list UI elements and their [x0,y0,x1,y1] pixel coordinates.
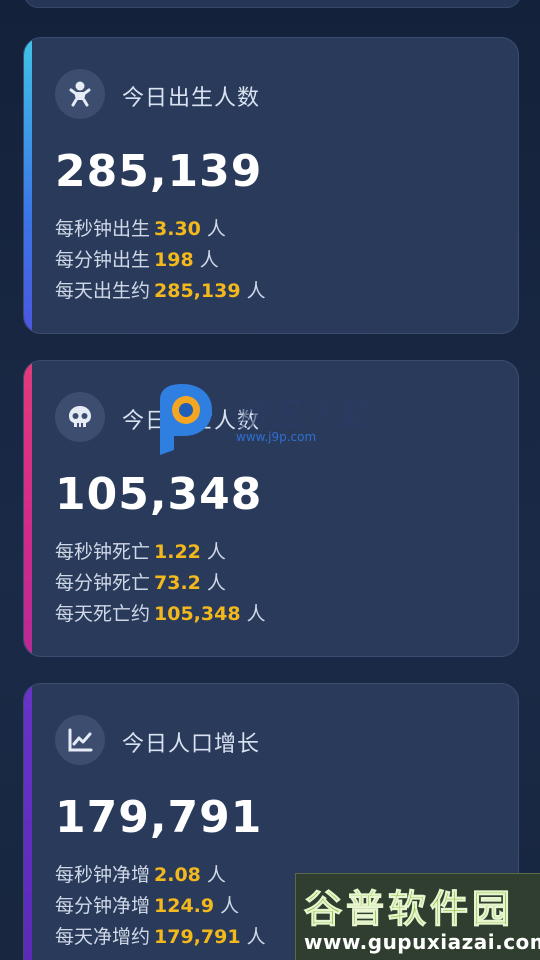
line-chart-icon [55,715,105,765]
card-title: 今日人口增长 [122,732,261,757]
stat-per-second: 每秒钟净增 2.08 人 [55,864,226,886]
watermark-gupu: 谷普软件园 www.gupuxiazai.com [295,873,540,960]
stat-per-day: 每天净增约 179,791 人 [55,926,266,948]
stat-per-day: 每天出生约 285,139 人 [55,280,266,302]
card-title: 今日出生人数 [122,86,261,111]
population-stats-page: 今日出生人数 285,139 每秒钟出生 3.30 人 每分钟出生 198 人 每天出生… [0,0,540,960]
stats-list: 每秒钟出生 3.30 人 每分钟出生 198 人 每天出生约 285,139 人 [55,214,266,307]
total-count: 285,139 [55,146,263,197]
card-title: 今日死亡人数 [122,409,261,434]
births-accent-bar [24,38,32,333]
deaths-card: 今日死亡人数 105,348 每秒钟死亡 1.22 人 每分钟死亡 73.2 人 每天死… [23,360,519,657]
deaths-accent-bar [24,361,32,656]
growth-accent-bar [24,684,32,960]
stat-per-minute: 每分钟净增 124.9 人 [55,895,240,917]
stat-per-day: 每天死亡约 105,348 人 [55,603,266,625]
stats-list: 每秒钟死亡 1.22 人 每分钟死亡 73.2 人 每天死亡约 105,348 人 [55,537,266,630]
stat-per-second: 每秒钟出生 3.30 人 [55,218,226,240]
baby-icon [55,69,105,119]
stat-per-minute: 每分钟出生 198 人 [55,249,219,271]
total-count: 105,348 [55,469,263,520]
stats-list: 每秒钟净增 2.08 人 每分钟净增 124.9 人 每天净增约 179,791 人 [55,860,266,953]
births-card: 今日出生人数 285,139 每秒钟出生 3.30 人 每分钟出生 198 人 每天出生… [23,37,519,334]
previous-card-edge [24,0,521,8]
stat-per-second: 每秒钟死亡 1.22 人 [55,541,226,563]
stat-per-minute: 每分钟死亡 73.2 人 [55,572,226,594]
skull-icon [55,392,105,442]
total-count: 179,791 [55,792,263,843]
